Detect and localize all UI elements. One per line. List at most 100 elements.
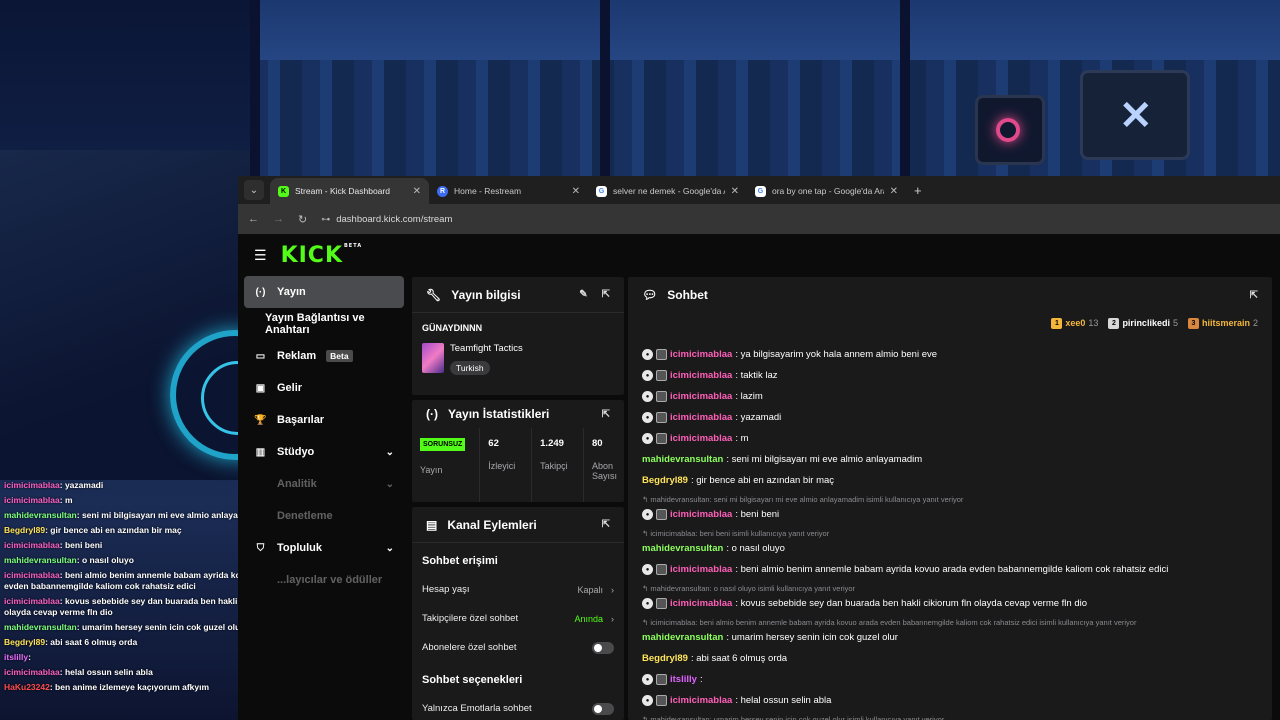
chat-text: : o nasıl oluyo — [726, 542, 785, 554]
chat-username[interactable]: icimicimablaa — [670, 370, 732, 382]
chat-username[interactable]: icimicimablaa — [670, 598, 732, 610]
chat-username[interactable]: icimicimablaa — [670, 391, 732, 403]
chat-text: : kovus sebebide sey dan buarada ben hak… — [735, 597, 1088, 609]
logo-beta: BETA — [344, 242, 363, 249]
chat-message[interactable]: ● itslilly: — [642, 669, 1258, 690]
sidebar-item-4[interactable]: ▣ Gelir — [244, 372, 404, 404]
chat-message[interactable]: ● icimicimablaa: taktik laz — [642, 365, 1258, 386]
tab-3[interactable]: Gselver ne demek - Google'da Ara ✕ — [588, 178, 747, 204]
sidebar-item-2[interactable]: Yayın Bağlantısı ve Anahtarı — [244, 308, 404, 340]
chat-message[interactable]: mahidevransultan: umarim hersey senin ic… — [642, 627, 1258, 648]
sidebar-item-3[interactable]: ▭ Reklam Beta — [244, 340, 404, 372]
chat-message[interactable]: Begdryl89: gir bence abi en azından bir … — [642, 470, 1258, 491]
reload-icon[interactable]: ↻ — [298, 213, 307, 226]
chevron-down-icon[interactable]: ⌄ — [386, 479, 394, 490]
chat-message[interactable]: mahidevransultan: o nasıl oluyo — [642, 538, 1258, 559]
ad-icon: ▭ — [255, 350, 266, 362]
panel-title: Sohbet — [667, 288, 708, 302]
site-info-icon[interactable]: ⊶ — [321, 214, 330, 225]
chat-leaderboard: 1 xee0 13 2 pirinclikedi 5 3 hiitsmerain 2 — [628, 313, 1272, 333]
chat-message[interactable]: ● icimicimablaa: m — [642, 428, 1258, 449]
chat-message[interactable]: Begdryl89: abi saat 6 olmuş orda — [642, 648, 1258, 669]
kick-logo[interactable]: KICKBETA — [281, 243, 363, 268]
stat-value: 62 — [488, 438, 499, 449]
close-icon[interactable]: ✕ — [731, 186, 739, 197]
emote-only-toggle[interactable] — [592, 702, 614, 715]
chat-message[interactable]: ● icimicimablaa: yazamadi — [642, 407, 1258, 428]
overlay-username: mahidevransultan — [4, 555, 77, 565]
menu-icon[interactable]: ☰ — [254, 247, 267, 264]
sidebar-item-7[interactable]: Analitik ⌄ — [244, 468, 404, 500]
chat-username[interactable]: icimicimablaa — [670, 349, 732, 361]
chat-username[interactable]: Begdryl89 — [642, 653, 688, 665]
new-tab-button[interactable]: + — [914, 183, 922, 198]
rank-icon: 1 — [1051, 317, 1063, 329]
leader-count: 5 — [1172, 318, 1178, 328]
tab-2[interactable]: R Home - Restream ✕ — [429, 178, 588, 204]
popout-icon[interactable]: ⇱ — [1250, 290, 1258, 301]
reply-text: icimicimablaa: beni almio benim annemle … — [650, 618, 1137, 627]
sidebar-item-6[interactable]: ▥ Stüdyo ⌄ — [244, 436, 404, 468]
stat-label: Takipçi — [540, 461, 568, 471]
chat-message[interactable]: ● icimicimablaa: ya bilgisayarim yok hala… — [642, 344, 1258, 365]
sidebar-item-10[interactable]: ...layıcılar ve ödüller — [244, 564, 404, 596]
chevron-down-icon[interactable]: ⌄ — [386, 543, 394, 554]
popout-icon[interactable]: ⇱ — [602, 519, 610, 530]
sidebar-item-label: Analitik — [277, 478, 317, 490]
chat-message[interactable]: ● icimicimablaa: beni beni — [642, 504, 1258, 525]
back-icon[interactable]: ← — [248, 213, 259, 225]
sidebar-item-label: ...layıcılar ve ödüller — [277, 574, 383, 586]
account-age-row[interactable]: Hesap yaşı Kapalı › — [412, 575, 624, 604]
chat-messages: ● icimicimablaa: ya bilgisayarim yok hala… — [628, 335, 1272, 720]
edit-icon[interactable]: ✎ — [579, 289, 587, 300]
chat-username[interactable]: icimicimablaa — [670, 433, 732, 445]
tabs: K Stream - Kick Dashboard ✕ R Home - Restrea… — [270, 178, 906, 204]
popout-icon[interactable]: ⇱ — [602, 289, 610, 300]
chevron-down-icon[interactable]: ⌄ — [386, 447, 394, 458]
chat-username[interactable]: icimicimablaa — [670, 509, 732, 521]
popout-icon[interactable]: ⇱ — [602, 409, 610, 420]
sidebar-item-label: Gelir — [277, 382, 303, 394]
forward-icon[interactable]: → — [273, 213, 284, 225]
sidebar-item-label: Yayın — [277, 286, 306, 298]
chat-message[interactable]: ● icimicimablaa: kovus sebebide sey dan b… — [642, 593, 1258, 614]
sidebar-item-8[interactable]: Denetleme — [244, 500, 404, 532]
sidebar-item-label: Stüdyo — [277, 446, 315, 458]
panel-header: ▤ Kanal Eylemleri ⇱ — [412, 507, 624, 543]
close-icon[interactable]: ✕ — [572, 186, 580, 197]
close-icon[interactable]: ✕ — [890, 186, 898, 197]
leaderboard-entry[interactable]: 1 xee0 13 — [1051, 317, 1098, 329]
chat-message[interactable]: ● icimicimablaa: helal ossun selin abla — [642, 690, 1258, 711]
sub-badge-icon — [656, 412, 667, 423]
chat-username[interactable]: Begdryl89 — [642, 475, 688, 487]
status-badge: SORUNSUZ — [420, 438, 466, 451]
url-field[interactable]: dashboard.kick.com/stream — [336, 214, 452, 225]
tab-search-button[interactable]: ⌄ — [244, 180, 264, 200]
chat-username[interactable]: mahidevransultan — [642, 543, 723, 555]
badge-icon: ● — [642, 564, 653, 575]
leaderboard-entry[interactable]: 2 pirinclikedi 5 — [1108, 317, 1178, 329]
followers-only-row[interactable]: Takipçilere özel sohbet Anında › — [412, 604, 624, 633]
sidebar-item-5[interactable]: 🏆 Başarılar — [244, 404, 404, 436]
chat-username[interactable]: icimicimablaa — [670, 695, 732, 707]
tab-4[interactable]: Gora by one tap - Google'da Ara ✕ — [747, 178, 906, 204]
chat-message[interactable]: mahidevransultan: seni mi bilgisayarı mi… — [642, 449, 1258, 470]
chat-username[interactable]: mahidevransultan — [642, 632, 723, 644]
chat-message[interactable]: ● icimicimablaa: beni almio benim annemle… — [642, 559, 1258, 580]
chat-username[interactable]: icimicimablaa — [670, 412, 732, 424]
sidebar-item-1[interactable]: (·) Yayın — [244, 276, 404, 308]
chat-message[interactable]: ● icimicimablaa: lazim — [642, 386, 1258, 407]
overlay-text: : m — [59, 495, 73, 505]
chat-username[interactable]: itslilly — [670, 674, 697, 686]
chat-username[interactable]: mahidevransultan — [642, 454, 723, 466]
subs-only-toggle[interactable] — [592, 641, 614, 654]
leaderboard-entry[interactable]: 3 hiitsmerain 2 — [1187, 317, 1258, 329]
row-label: Takipçilere özel sohbet — [422, 613, 519, 624]
tab-1[interactable]: K Stream - Kick Dashboard ✕ — [270, 178, 429, 204]
row-label: Abonelere özel sohbet — [422, 642, 517, 653]
panel-title: Yayın İstatistikleri — [448, 407, 550, 421]
close-icon[interactable]: ✕ — [413, 186, 421, 197]
chevron-right-icon: › — [611, 584, 614, 595]
chat-username[interactable]: icimicimablaa — [670, 564, 732, 576]
sidebar-item-9[interactable]: ⛉ Topluluk ⌄ — [244, 532, 404, 564]
